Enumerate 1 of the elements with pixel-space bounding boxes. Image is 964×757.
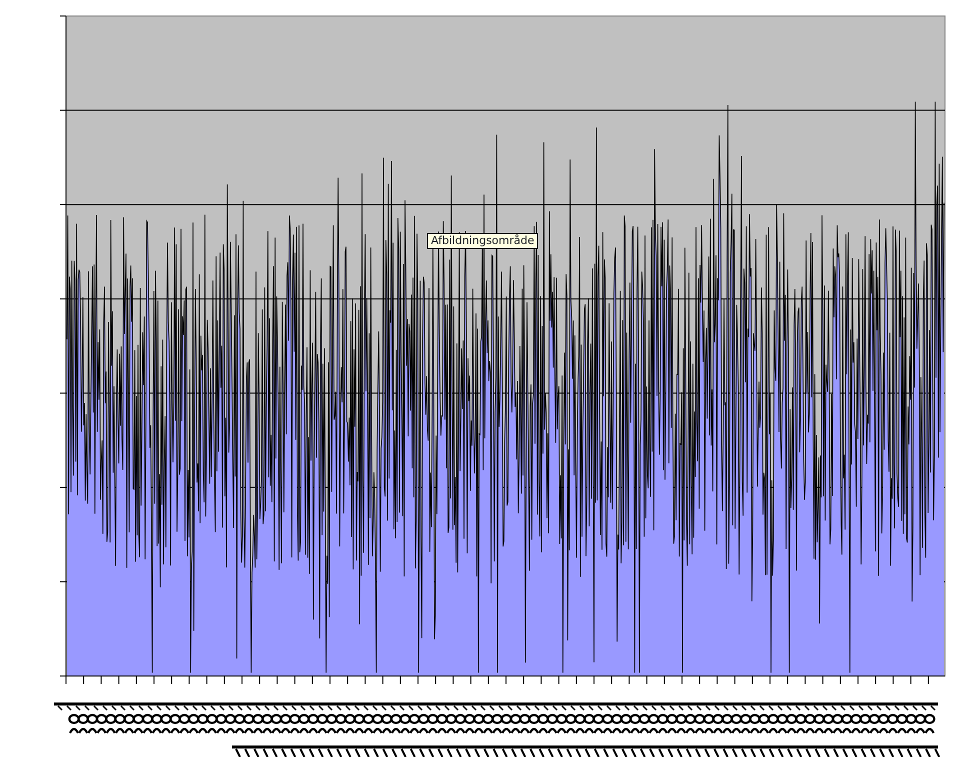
tooltip: Afbildningsområde xyxy=(427,233,538,249)
